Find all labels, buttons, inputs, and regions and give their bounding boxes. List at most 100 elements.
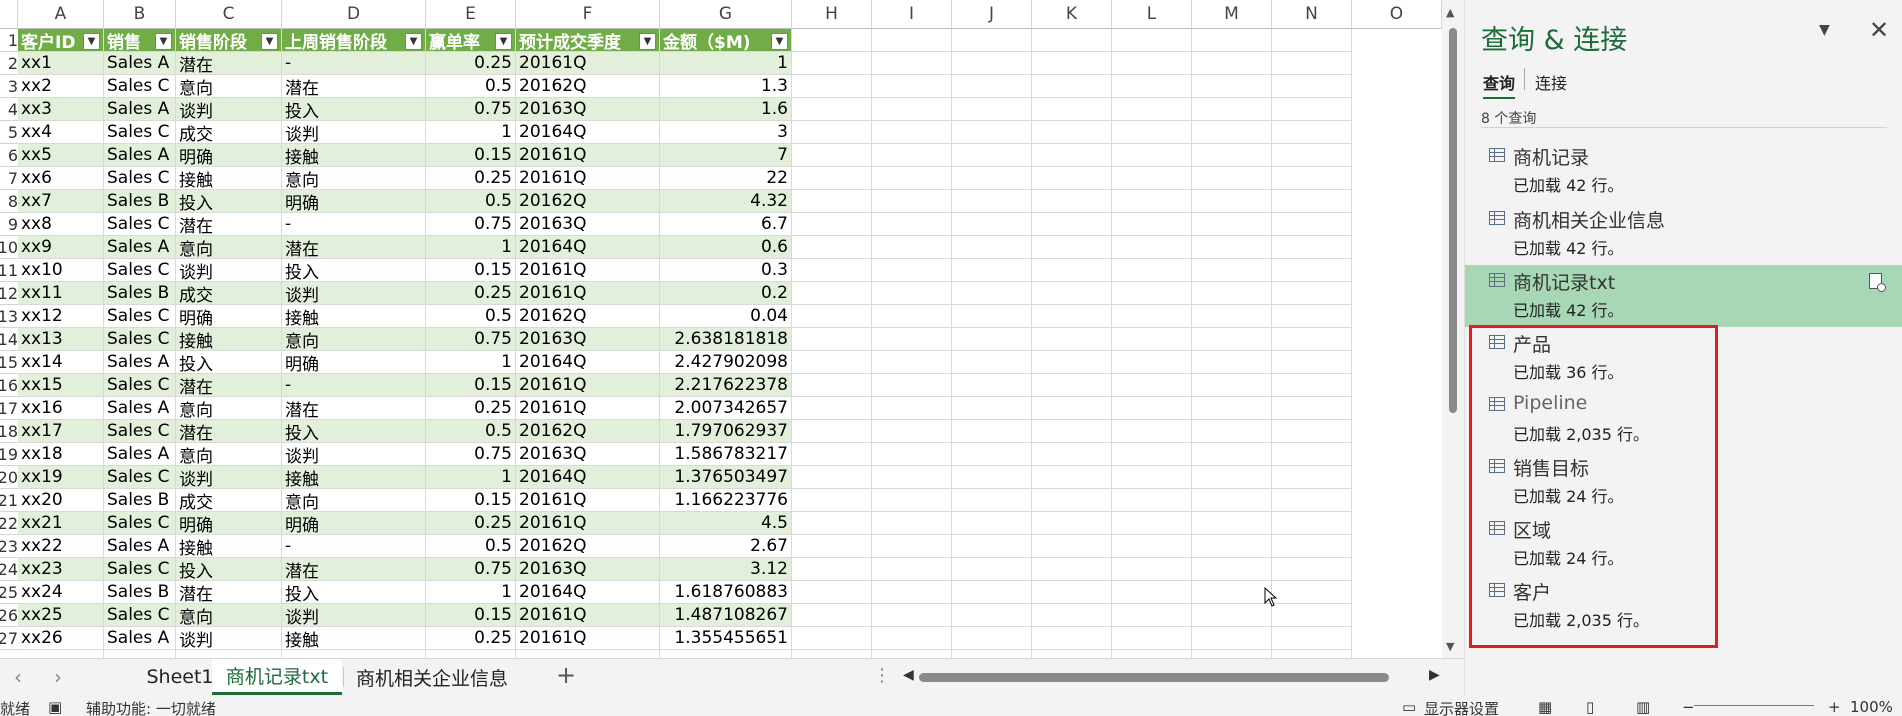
table-cell[interactable]: 20163Q [516,98,660,121]
table-cell[interactable]: 1 [426,236,516,259]
empty-cell[interactable] [1032,604,1112,627]
row-header[interactable]: 9 [0,213,18,236]
accessibility-status[interactable]: 辅助功能: 一切就绪 [86,698,216,716]
table-cell[interactable]: Sales C [104,305,176,328]
table-cell[interactable]: 0.5 [426,420,516,443]
empty-cell[interactable] [952,604,1032,627]
empty-cell[interactable] [1192,627,1272,650]
table-cell[interactable]: xx22 [18,535,104,558]
table-cell[interactable]: 意向 [282,328,426,351]
table-cell[interactable]: Sales B [104,581,176,604]
empty-cell[interactable] [1112,466,1192,489]
empty-cell[interactable] [1272,627,1352,650]
row-header[interactable]: 17 [0,397,18,420]
empty-cell[interactable] [872,351,952,374]
table-cell[interactable]: 谈判 [282,443,426,466]
empty-cell[interactable] [1192,351,1272,374]
chevron-right-icon[interactable]: › [54,665,62,689]
query-item[interactable]: 销售目标 已加载 24 行。 [1465,451,1902,513]
table-cell[interactable]: 1.586783217 [660,443,792,466]
table-cell[interactable]: 1.3 [660,75,792,98]
zoom-level[interactable]: 100% [1850,698,1893,716]
table-cell[interactable]: 接触 [176,535,282,558]
empty-cell[interactable] [792,535,872,558]
empty-cell[interactable] [1192,190,1272,213]
empty-cell[interactable] [952,167,1032,190]
table-cell[interactable]: 谈判 [176,466,282,489]
query-item[interactable]: 商机记录 已加载 42 行。 [1465,140,1902,202]
empty-cell[interactable] [1112,259,1192,282]
row-header[interactable]: 1 [0,29,18,52]
table-cell[interactable]: 20161Q [516,397,660,420]
table-cell[interactable]: 0.75 [426,443,516,466]
table-cell[interactable]: Sales C [104,420,176,443]
table-cell[interactable]: 谈判 [282,121,426,144]
empty-cell[interactable] [952,351,1032,374]
empty-cell[interactable] [1032,535,1112,558]
table-cell[interactable]: 22 [660,167,792,190]
table-cell[interactable]: 谈判 [176,98,282,121]
empty-cell[interactable] [1112,305,1192,328]
empty-cell[interactable] [792,98,872,121]
empty-cell[interactable] [1112,558,1192,581]
empty-cell[interactable] [872,604,952,627]
table-cell[interactable]: - [282,535,426,558]
row-header[interactable]: 20 [0,466,18,489]
table-cell[interactable]: xx16 [18,397,104,420]
table-cell[interactable]: 接触 [282,305,426,328]
empty-cell[interactable] [1032,52,1112,75]
empty-cell[interactable] [1272,397,1352,420]
table-cell[interactable]: 20163Q [516,328,660,351]
empty-cell[interactable] [952,282,1032,305]
empty-cell[interactable] [1272,650,1352,658]
empty-cell[interactable] [1192,282,1272,305]
table-cell[interactable]: Sales A [104,236,176,259]
empty-cell[interactable] [1192,121,1272,144]
table-cell[interactable]: 20162Q [516,535,660,558]
table-cell[interactable]: 成交 [176,121,282,144]
empty-cell[interactable] [792,52,872,75]
column-header[interactable]: B [104,0,176,29]
display-settings-icon[interactable]: ▭ [1402,698,1416,716]
chevron-down-icon[interactable]: ▼ [1819,22,1830,38]
empty-cell[interactable] [792,558,872,581]
table-cell[interactable]: xx19 [18,466,104,489]
table-header-cell[interactable]: 预计成交季度 ▼ [516,29,660,52]
table-cell[interactable]: Sales C [104,167,176,190]
empty-cell[interactable] [1032,466,1112,489]
empty-cell[interactable] [1192,167,1272,190]
empty-cell[interactable] [872,144,952,167]
table-cell[interactable]: 接触 [282,627,426,650]
scroll-right-icon[interactable]: ▶ [1429,667,1440,683]
macro-icon[interactable]: ▣ [48,698,62,716]
table-cell[interactable]: xx7 [18,190,104,213]
empty-cell[interactable] [1032,167,1112,190]
empty-cell[interactable] [1272,29,1352,52]
table-cell[interactable]: 1 [426,351,516,374]
column-header[interactable]: J [952,0,1032,29]
empty-cell[interactable] [872,558,952,581]
table-cell[interactable]: 明确 [282,190,426,213]
table-cell[interactable]: 潜在 [176,420,282,443]
row-header[interactable]: 7 [0,167,18,190]
table-cell[interactable]: 0.25 [426,52,516,75]
empty-cell[interactable] [872,282,952,305]
table-cell[interactable]: 明确 [176,512,282,535]
table-cell[interactable]: 20161Q [516,512,660,535]
page-layout-icon[interactable]: ▯ [1586,698,1594,716]
empty-cell[interactable] [1112,75,1192,98]
table-cell[interactable]: 6.7 [660,213,792,236]
empty-cell[interactable] [1112,512,1192,535]
empty-cell[interactable] [1112,52,1192,75]
empty-cell[interactable] [1112,650,1192,658]
tab-connections[interactable]: 连接 [1535,70,1567,94]
empty-cell[interactable] [872,397,952,420]
table-cell[interactable]: 1 [426,121,516,144]
table-cell[interactable]: 20164Q [516,581,660,604]
table-cell[interactable]: 潜在 [282,397,426,420]
table-cell[interactable]: Sales C [104,512,176,535]
column-header[interactable]: A [18,0,104,29]
column-header[interactable]: G [660,0,792,29]
table-cell[interactable]: 2.427902098 [660,351,792,374]
empty-cell[interactable] [1272,420,1352,443]
